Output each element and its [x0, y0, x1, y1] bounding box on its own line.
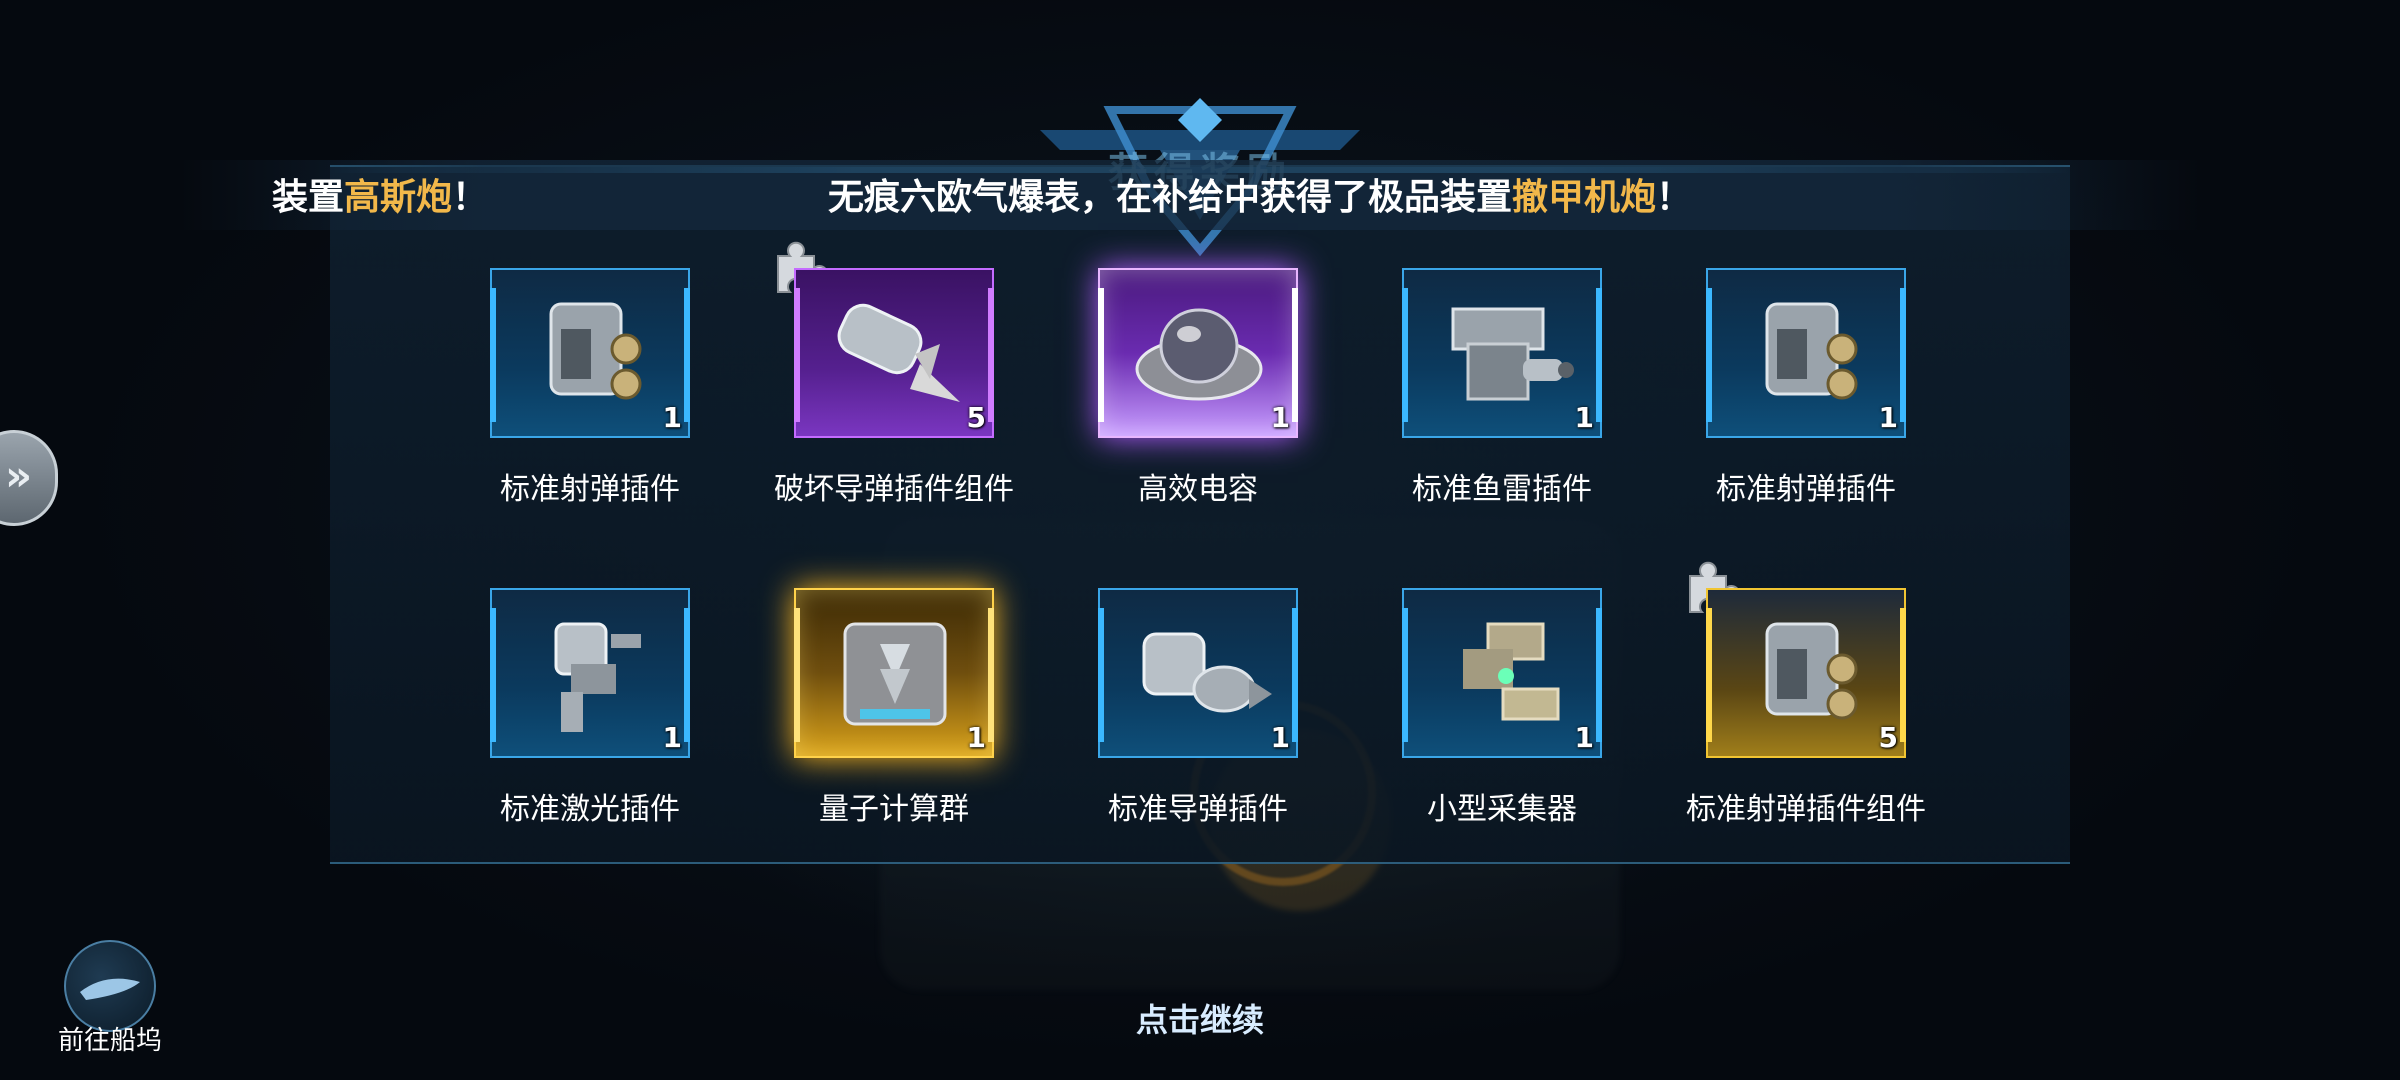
reward-count: 1 — [662, 721, 682, 754]
quantum-computer-icon — [843, 622, 947, 726]
reward-item[interactable]: 1 小型采集器 — [1312, 588, 1612, 878]
dock-circle — [64, 940, 156, 1032]
reward-item[interactable]: 5 破坏导弹插件组件 — [704, 241, 1014, 558]
go-to-dock-button[interactable]: 前往船坞 — [50, 940, 170, 1060]
reward-name: 标准导弹插件 — [1108, 792, 1288, 827]
reward-item[interactable]: 1 标准射弹插件 — [1616, 268, 1916, 558]
announcement-main-highlight: 撤甲机炮 — [1512, 177, 1657, 218]
reward-item[interactable]: 1 标准射弹插件 — [400, 268, 700, 558]
projectile-plugin-icon — [549, 302, 642, 400]
announcement-text-main: 无痕六欧气爆表，在补给中获得了极品装置撤甲机炮！ — [828, 168, 1692, 220]
tap-to-continue[interactable]: 点击继续 — [1050, 995, 1350, 1041]
side-menu-toggle[interactable]: » — [0, 430, 58, 526]
announcement-main-prefix: 无痕六欧气爆表，在补给中获得了极品装置 — [828, 177, 1513, 218]
reward-count: 1 — [1878, 401, 1898, 434]
reward-count: 1 — [662, 401, 682, 434]
announcement-left-suffix: ！ — [452, 177, 489, 218]
reward-frame: 1 — [490, 268, 690, 438]
reward-item[interactable]: 1 量子计算群 — [704, 588, 1004, 878]
projectile-plugin-icon — [1765, 302, 1858, 400]
reward-name: 标准鱼雷插件 — [1412, 472, 1592, 507]
capacitor-icon — [1135, 308, 1263, 401]
reward-count: 1 — [966, 721, 986, 754]
reward-name: 标准激光插件 — [500, 792, 680, 827]
laser-plugin-icon — [554, 622, 641, 732]
announcement-main-suffix: ！ — [1656, 177, 1693, 218]
reward-item[interactable]: 1 高效电容 — [1008, 268, 1308, 558]
reward-frame: 1 — [794, 588, 994, 758]
reward-item[interactable]: 5 标准射弹插件组件 — [1616, 561, 1926, 878]
reward-count: 1 — [1270, 721, 1290, 754]
reward-frame: 5 — [794, 268, 994, 438]
reward-frame: 5 — [1706, 588, 1906, 758]
reward-name: 小型采集器 — [1427, 792, 1577, 827]
projectile-component-icon — [1765, 622, 1858, 720]
reward-count: 1 — [1574, 721, 1594, 754]
reward-frame: 1 — [1098, 588, 1298, 758]
reward-name: 量子计算群 — [819, 792, 969, 827]
reward-frame: 1 — [490, 588, 690, 758]
reward-name: 标准射弹插件组件 — [1686, 792, 1926, 827]
reward-count: 5 — [1878, 721, 1898, 754]
reward-item[interactable]: 1 标准激光插件 — [400, 588, 700, 878]
reward-name: 标准射弹插件 — [1716, 472, 1896, 507]
missile-plugin-icon — [1142, 632, 1272, 713]
announcement-left-highlight: 高斯炮 — [344, 177, 453, 218]
reward-count: 5 — [966, 401, 986, 434]
ship-icon — [80, 978, 140, 1000]
reward-name: 破坏导弹插件组件 — [774, 472, 1014, 507]
torpedo-plugin-icon — [1451, 307, 1574, 401]
announcement-left-prefix: 装置 — [272, 177, 345, 218]
collector-icon — [1463, 622, 1560, 721]
reward-count: 1 — [1270, 401, 1290, 434]
reward-name: 标准射弹插件 — [500, 472, 680, 507]
announcement-text-left: 装置高斯炮！ — [272, 168, 488, 220]
double-chevron-right-icon: » — [5, 451, 33, 500]
reward-screen[interactable]: 获得奖励 装置高斯炮！ 无痕六欧气爆表，在补给中获得了极品装置撤甲机炮！ 1 标… — [0, 0, 2400, 1080]
dock-label: 前往船坞 — [57, 1026, 162, 1056]
reward-count: 1 — [1574, 401, 1594, 434]
missile-component-icon — [837, 303, 960, 402]
reward-item[interactable]: 1 标准鱼雷插件 — [1312, 268, 1612, 558]
reward-frame: 1 — [1402, 268, 1602, 438]
reward-name: 高效电容 — [1138, 472, 1258, 507]
reward-frame: 1 — [1706, 268, 1906, 438]
reward-frame: 1 — [1098, 268, 1298, 438]
reward-frame: 1 — [1402, 588, 1602, 758]
reward-item[interactable]: 1 标准导弹插件 — [1008, 588, 1308, 878]
